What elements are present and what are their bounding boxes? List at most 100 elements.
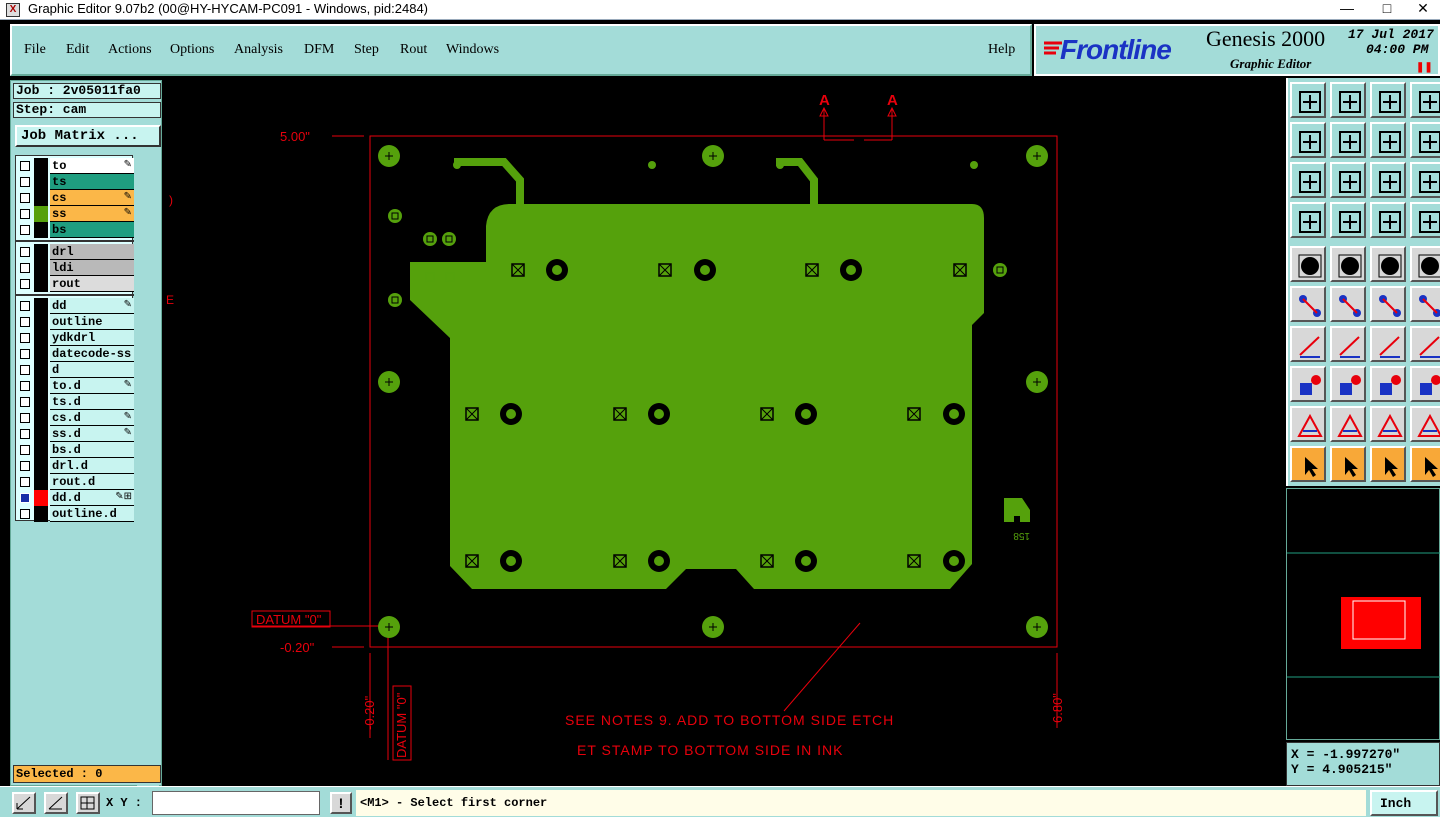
layer-checkbox[interactable] xyxy=(20,263,30,273)
move-node-icon[interactable] xyxy=(1370,286,1406,322)
layer-name[interactable]: dd.d ✎⊞ xyxy=(50,490,134,506)
menu-analysis[interactable]: Analysis xyxy=(234,42,283,58)
arc-line-icon[interactable] xyxy=(1290,326,1326,362)
layer-name[interactable]: ts xyxy=(50,174,134,190)
job-matrix-button[interactable]: Job Matrix ... xyxy=(15,125,161,147)
layer-name[interactable]: datecode-ss xyxy=(50,346,134,362)
layer-name[interactable]: to ✎ xyxy=(50,158,134,174)
layer-name[interactable]: cs ✎ xyxy=(50,190,134,206)
zoom-fit-icon[interactable] xyxy=(1290,82,1326,118)
layer-row-outline[interactable]: outline xyxy=(16,314,134,330)
layer-row-cs-d[interactable]: cs.d ✎ xyxy=(16,410,134,426)
select-arc-icon[interactable] xyxy=(1370,446,1406,482)
layer-row-cs[interactable]: cs ✎ xyxy=(16,190,134,206)
layer-color-swatch[interactable] xyxy=(34,206,48,222)
layer-color-swatch[interactable] xyxy=(34,190,48,206)
layer-checkbox[interactable] xyxy=(20,301,30,311)
dot-icon[interactable] xyxy=(1410,246,1440,282)
center-icon[interactable] xyxy=(1330,162,1366,198)
layer-row-ss[interactable]: ss ✎ xyxy=(16,206,134,222)
layer-checkbox[interactable] xyxy=(20,193,30,203)
units-selector[interactable]: Inch xyxy=(1370,790,1438,816)
layer-row-bs[interactable]: bs xyxy=(16,222,134,238)
line-node-icon[interactable] xyxy=(1290,286,1326,322)
layer-name[interactable]: ts.d xyxy=(50,394,134,410)
layer-checkbox[interactable] xyxy=(20,461,30,471)
layer-scroll-strip[interactable] xyxy=(137,155,159,817)
layer-color-swatch[interactable] xyxy=(34,506,48,522)
layer-color-icon[interactable] xyxy=(1370,202,1406,238)
cross-node-icon[interactable] xyxy=(1330,286,1366,322)
layer-name[interactable]: cs.d ✎ xyxy=(50,410,134,426)
layer-name[interactable]: ss ✎ xyxy=(50,206,134,222)
layer-checkbox[interactable] xyxy=(20,333,30,343)
snap-mode-icon[interactable] xyxy=(12,792,36,814)
mini-map[interactable] xyxy=(1286,488,1440,740)
layer-name[interactable]: ldi xyxy=(50,260,134,276)
layer-checkbox[interactable] xyxy=(20,413,30,423)
layer-checkbox[interactable] xyxy=(20,445,30,455)
zoom-home-icon[interactable] xyxy=(1330,82,1366,118)
layer-row-d[interactable]: d xyxy=(16,362,134,378)
layer-name[interactable]: drl.d xyxy=(50,458,134,474)
polygon-tool-icon[interactable] xyxy=(1330,246,1366,282)
layer-name[interactable]: ydkdrl xyxy=(50,330,134,346)
layer-row-rout-d[interactable]: rout.d xyxy=(16,474,134,490)
slot-icon[interactable] xyxy=(1330,366,1366,402)
layer-color-swatch[interactable] xyxy=(34,410,48,426)
undo-zoom-icon[interactable] xyxy=(1370,122,1406,158)
layer-row-to-d[interactable]: to.d ✎ xyxy=(16,378,134,394)
layer-color-swatch[interactable] xyxy=(34,330,48,346)
layer-color-swatch[interactable] xyxy=(34,222,48,238)
warning-button[interactable]: ! xyxy=(330,792,352,814)
triangle-edge-icon[interactable] xyxy=(1410,406,1440,442)
layer-color-swatch[interactable] xyxy=(34,174,48,190)
help-icon[interactable] xyxy=(1410,162,1440,198)
maximize-button[interactable]: □ xyxy=(1370,0,1404,18)
layer-checkbox[interactable] xyxy=(20,429,30,439)
menu-rout[interactable]: Rout xyxy=(400,42,427,58)
pan-right-icon[interactable] xyxy=(1330,122,1366,158)
layer-row-dd[interactable]: dd ✎ xyxy=(16,298,134,314)
layer-color-swatch[interactable] xyxy=(34,474,48,490)
xy-input[interactable] xyxy=(152,791,320,815)
layer-color-swatch[interactable] xyxy=(34,458,48,474)
grid-icon[interactable] xyxy=(1330,202,1366,238)
measure-icon[interactable] xyxy=(1290,202,1326,238)
grid-mode-icon[interactable] xyxy=(76,792,100,814)
layer-row-ldi[interactable]: ldi xyxy=(16,260,134,276)
select-box-icon[interactable] xyxy=(1330,446,1366,482)
scale-1-2-icon[interactable] xyxy=(1370,162,1406,198)
layer-checkbox[interactable] xyxy=(20,381,30,391)
layer-row-drl[interactable]: drl xyxy=(16,244,134,260)
layer-name[interactable]: bs xyxy=(50,222,134,238)
layer-color-swatch[interactable] xyxy=(34,346,48,362)
layer-color-swatch[interactable] xyxy=(34,426,48,442)
layer-checkbox[interactable] xyxy=(20,509,30,519)
copy-pad-icon[interactable] xyxy=(1290,366,1326,402)
layer-row-ydkdrl[interactable]: ydkdrl xyxy=(16,330,134,346)
layer-color-swatch[interactable] xyxy=(34,442,48,458)
layer-row-dd-d[interactable]: dd.d ✎⊞ xyxy=(16,490,134,506)
angle-mode-icon[interactable] xyxy=(44,792,68,814)
triangle-outline-icon[interactable] xyxy=(1370,406,1406,442)
layer-name[interactable]: rout xyxy=(50,276,134,292)
layer-color-swatch[interactable] xyxy=(34,298,48,314)
layer-checkbox[interactable] xyxy=(20,317,30,327)
layer-color-swatch[interactable] xyxy=(34,314,48,330)
home-icon[interactable] xyxy=(1370,82,1406,118)
layer-row-ts-d[interactable]: ts.d xyxy=(16,394,134,410)
layer-row-rout[interactable]: rout xyxy=(16,276,134,292)
align-icon[interactable] xyxy=(1410,326,1440,362)
triangle-move-icon[interactable] xyxy=(1330,406,1366,442)
arrow-node-icon[interactable] xyxy=(1410,286,1440,322)
menu-actions[interactable]: Actions xyxy=(108,42,152,58)
layer-display-icon[interactable] xyxy=(1410,202,1440,238)
layer-checkbox[interactable] xyxy=(20,493,30,503)
menu-step[interactable]: Step xyxy=(354,42,379,58)
layer-color-swatch[interactable] xyxy=(34,260,48,276)
layer-color-swatch[interactable] xyxy=(34,244,48,260)
layer-checkbox[interactable] xyxy=(20,161,30,171)
triangle-icon[interactable] xyxy=(1290,406,1326,442)
layer-name[interactable]: ss.d ✎ xyxy=(50,426,134,442)
